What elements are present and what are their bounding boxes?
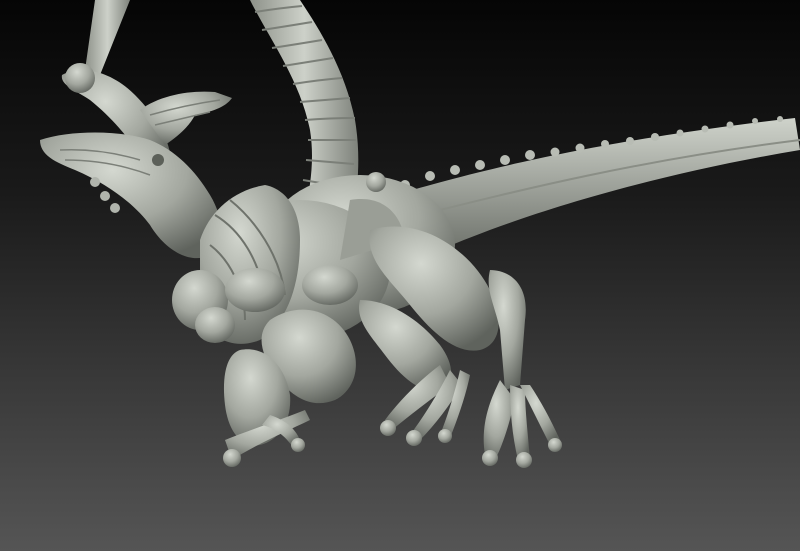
sculpt-viewport[interactable]: [0, 0, 800, 551]
hind-foot: [482, 380, 562, 468]
eye: [152, 154, 164, 166]
creature-sculpt-canvas: [40, 0, 800, 468]
tail: [395, 116, 800, 250]
